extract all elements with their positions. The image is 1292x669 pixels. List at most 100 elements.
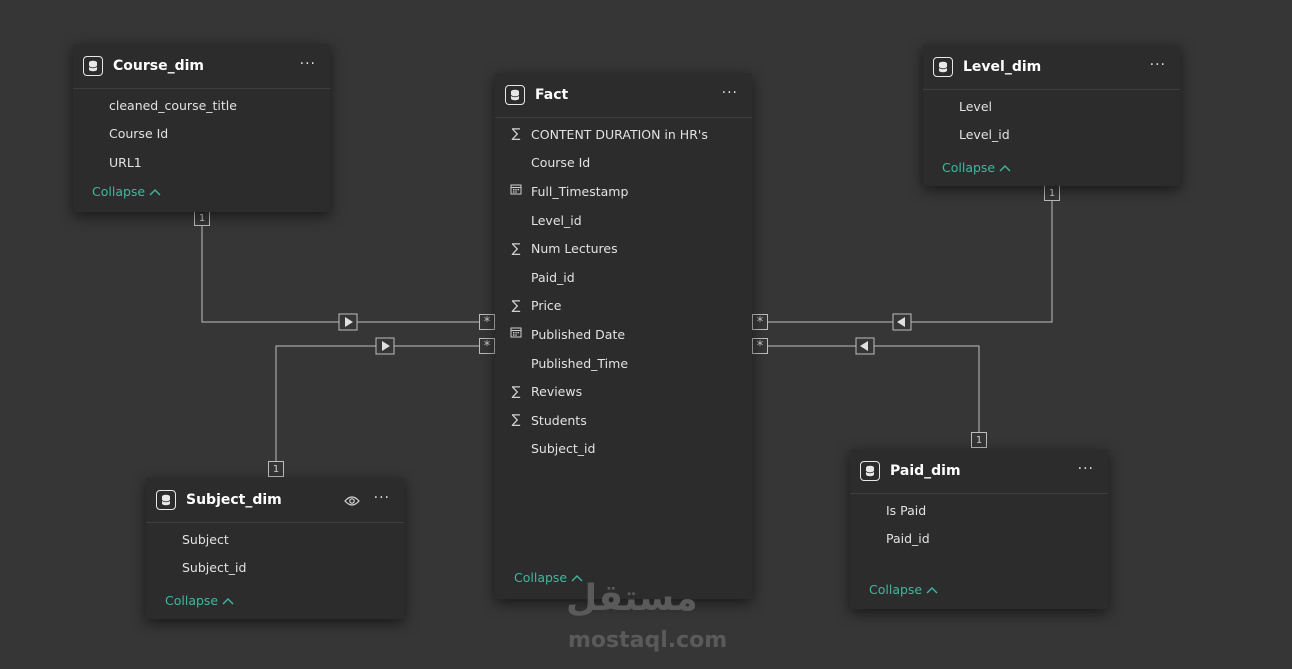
many-marker-subject: *	[479, 338, 495, 354]
more-options-icon[interactable]: ···	[374, 490, 390, 506]
chevron-up-icon	[926, 582, 938, 597]
relationship-course-fact[interactable]	[201, 226, 482, 323]
sigma-icon: ∑	[511, 241, 521, 257]
field-name: Num Lectures	[531, 241, 618, 257]
field-row[interactable]: ∑ Students	[495, 406, 752, 435]
chevron-up-icon	[149, 184, 161, 199]
direction-arrow-level	[892, 313, 912, 331]
field-row[interactable]: URL1	[73, 148, 330, 177]
one-marker-course: 1	[194, 210, 210, 226]
chevron-up-icon	[222, 593, 234, 608]
more-options-icon[interactable]: ···	[300, 56, 316, 72]
field-name: Level	[959, 98, 992, 114]
database-icon	[860, 461, 880, 481]
field-name: cleaned_course_title	[109, 97, 237, 113]
table-title: Level_dim	[963, 59, 1042, 75]
field-name: Published_Time	[531, 355, 629, 371]
table-title: Paid_dim	[890, 463, 961, 479]
field-name: Full_Timestamp	[531, 183, 629, 199]
field-row[interactable]: Full_Timestamp	[495, 177, 752, 206]
field-row[interactable]: ∑ Price	[495, 292, 752, 321]
collapse-button[interactable]: Collapse	[869, 582, 938, 597]
field-row[interactable]: Course Id	[495, 149, 752, 178]
database-icon	[156, 490, 176, 510]
field-row[interactable]: Subject_id	[146, 554, 404, 583]
field-row[interactable]: cleaned_course_title	[73, 91, 330, 120]
table-course-dim[interactable]: Course_dim ··· cleaned_course_title Cour…	[73, 44, 330, 212]
field-row[interactable]: Level_id	[495, 206, 752, 235]
more-options-icon[interactable]: ···	[1150, 57, 1166, 73]
field-name: Course Id	[109, 126, 169, 142]
field-name: Published Date	[531, 326, 626, 342]
field-name: Level_id	[959, 127, 1010, 143]
field-name: Subject_id	[531, 441, 596, 457]
field-row[interactable]: Subject	[146, 525, 404, 554]
field-name: Subject	[182, 531, 229, 547]
table-header[interactable]: Course_dim ···	[73, 44, 330, 89]
field-row[interactable]: Paid_id	[495, 263, 752, 292]
field-name: Is Paid	[886, 502, 927, 518]
one-marker-subject: 1	[268, 461, 284, 477]
field-row[interactable]: Level	[923, 92, 1180, 121]
watermark-logo-arabic: مستقل	[566, 578, 698, 619]
eye-icon[interactable]	[344, 492, 360, 511]
database-icon	[933, 57, 953, 77]
many-marker-paid: *	[752, 338, 768, 354]
field-row[interactable]: Course Id	[73, 120, 330, 149]
field-name: Course Id	[531, 155, 591, 171]
table-header[interactable]: Paid_dim ···	[850, 449, 1108, 494]
collapse-button[interactable]: Collapse	[942, 160, 1011, 175]
direction-arrow-course	[338, 313, 358, 331]
collapse-button[interactable]: Collapse	[92, 184, 161, 199]
calendar-icon	[509, 183, 523, 199]
field-row[interactable]: ∑ Reviews	[495, 377, 752, 406]
table-title: Course_dim	[113, 58, 204, 74]
field-name: Reviews	[531, 384, 583, 400]
sigma-icon: ∑	[511, 384, 521, 400]
one-marker-paid: 1	[971, 432, 987, 448]
field-row[interactable]: Published_Time	[495, 349, 752, 378]
table-title: Fact	[535, 87, 569, 103]
field-row[interactable]: Paid_id	[850, 525, 1108, 554]
database-icon	[83, 56, 103, 76]
field-row[interactable]: Is Paid	[850, 496, 1108, 525]
more-options-icon[interactable]: ···	[722, 85, 738, 101]
field-name: Students	[531, 412, 587, 428]
collapse-label: Collapse	[869, 582, 923, 597]
field-name: URL1	[109, 154, 142, 170]
collapse-label: Collapse	[942, 160, 996, 175]
field-name: Level_id	[531, 212, 582, 228]
field-row[interactable]: Subject_id	[495, 435, 752, 464]
field-name: CONTENT DURATION in HR's	[531, 126, 708, 142]
table-fact[interactable]: Fact ··· ∑ CONTENT DURATION in HR's Course…	[495, 73, 752, 599]
sigma-icon: ∑	[511, 412, 521, 428]
collapse-label: Collapse	[165, 593, 219, 608]
more-options-icon[interactable]: ···	[1078, 461, 1094, 477]
field-name: Price	[531, 298, 562, 314]
collapse-label: Collapse	[92, 184, 146, 199]
table-header[interactable]: Subject_dim ···	[146, 478, 404, 523]
table-level-dim[interactable]: Level_dim ··· Level Level_id Collapse	[923, 45, 1180, 186]
table-subject-dim[interactable]: Subject_dim ··· Subject Subject_id Colla…	[146, 478, 404, 619]
many-marker-level: *	[752, 314, 768, 330]
many-marker-course: *	[479, 314, 495, 330]
field-row[interactable]: ∑ CONTENT DURATION in HR's	[495, 120, 752, 149]
field-name: Subject_id	[182, 560, 247, 576]
one-marker-level: 1	[1044, 185, 1060, 201]
sigma-icon: ∑	[511, 126, 521, 142]
field-row[interactable]: Level_id	[923, 121, 1180, 150]
table-header[interactable]: Fact ···	[495, 73, 752, 118]
field-row[interactable]: Published Date	[495, 320, 752, 349]
relationship-subject-fact[interactable]	[275, 345, 482, 462]
watermark-logo-latin: mostaql.com	[568, 628, 728, 653]
field-name: Paid_id	[886, 531, 930, 547]
sigma-icon: ∑	[511, 298, 521, 314]
calendar-icon	[509, 326, 523, 342]
relationship-level-fact[interactable]	[766, 201, 1053, 323]
collapse-button[interactable]: Collapse	[165, 593, 234, 608]
table-header[interactable]: Level_dim ···	[923, 45, 1180, 90]
relationship-paid-fact[interactable]	[766, 345, 980, 432]
field-row[interactable]: ∑ Num Lectures	[495, 234, 752, 263]
direction-arrow-subject	[375, 337, 395, 355]
table-paid-dim[interactable]: Paid_dim ··· Is Paid Paid_id Collapse	[850, 449, 1108, 609]
